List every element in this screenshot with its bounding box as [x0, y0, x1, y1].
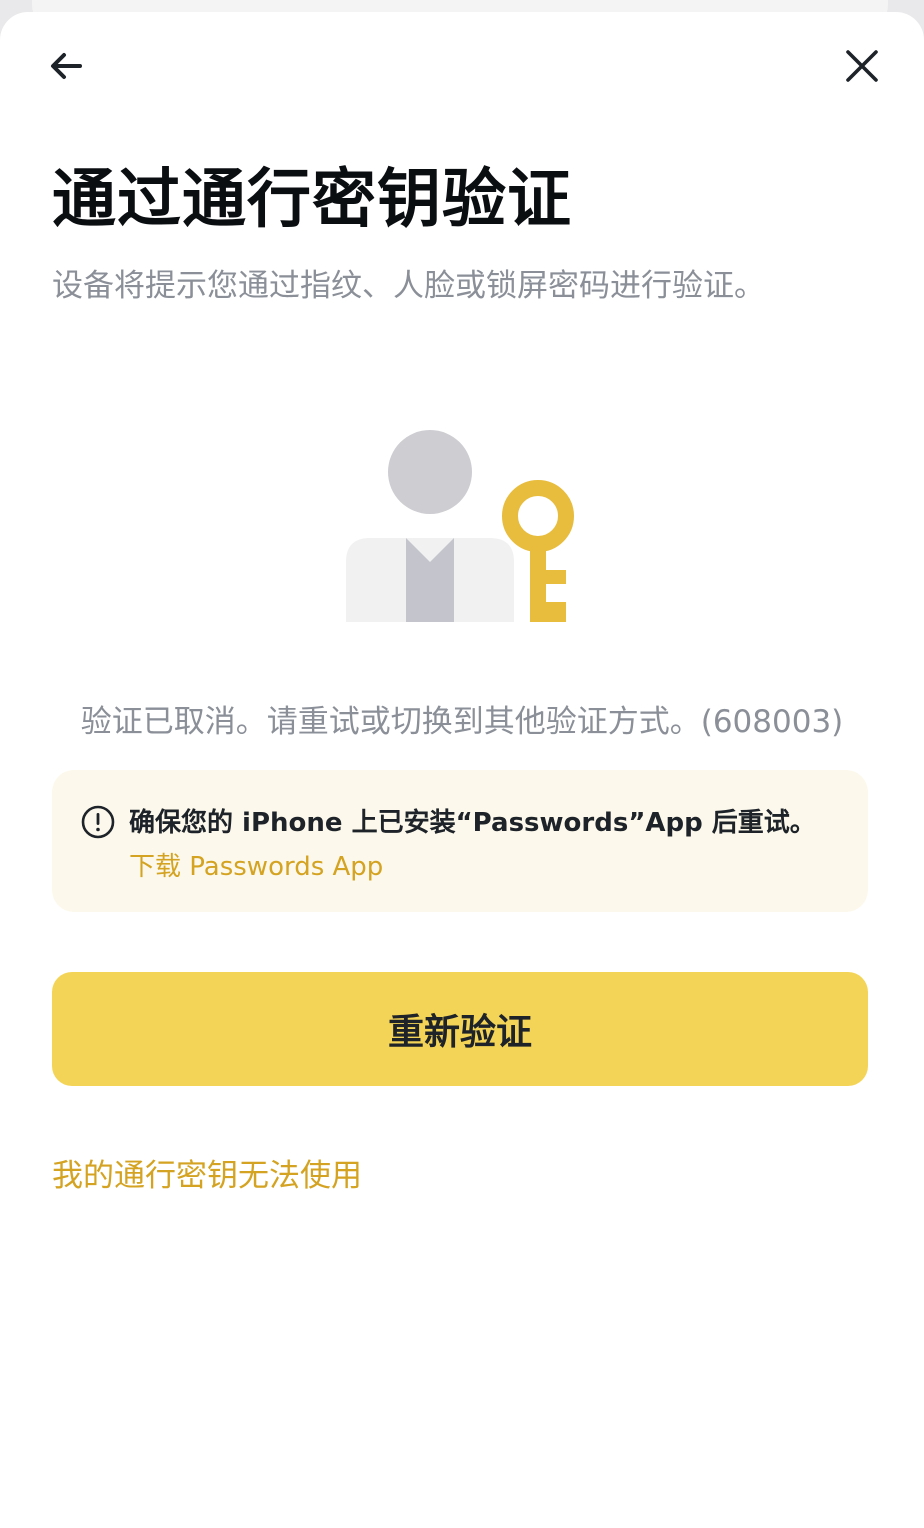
page-subtitle: 设备将提示您通过指纹、人脸或锁屏密码进行验证。: [52, 268, 765, 304]
page-title: 通过通行密钥验证: [52, 163, 572, 237]
back-button[interactable]: [38, 38, 94, 94]
retry-verification-button[interactable]: 重新验证: [52, 972, 868, 1086]
exclamation-circle-icon: [81, 805, 115, 839]
person-head: [388, 430, 472, 514]
arrow-left-icon: [51, 53, 82, 79]
notice-banner: 确保您的 iPhone 上已安装“Passwords”App 后重试。 下载 P…: [52, 770, 868, 912]
close-button[interactable]: [834, 38, 890, 94]
user-with-key-illustration: [346, 430, 574, 622]
notice-text: 确保您的 iPhone 上已安装“Passwords”App 后重试。: [129, 808, 816, 838]
key-icon: [502, 480, 574, 622]
download-passwords-app-link[interactable]: 下载 Passwords App: [129, 846, 383, 883]
passkey-unavailable-link[interactable]: 我的通行密钥无法使用: [52, 1150, 362, 1195]
passkey-verification-sheet: 通过通行密钥验证 设备将提示您通过指纹、人脸或锁屏密码进行验证。 验证已取消。请…: [0, 12, 924, 1528]
close-icon: [846, 50, 878, 82]
status-message: 验证已取消。请重试或切换到其他验证方式。(608003): [80, 704, 844, 740]
